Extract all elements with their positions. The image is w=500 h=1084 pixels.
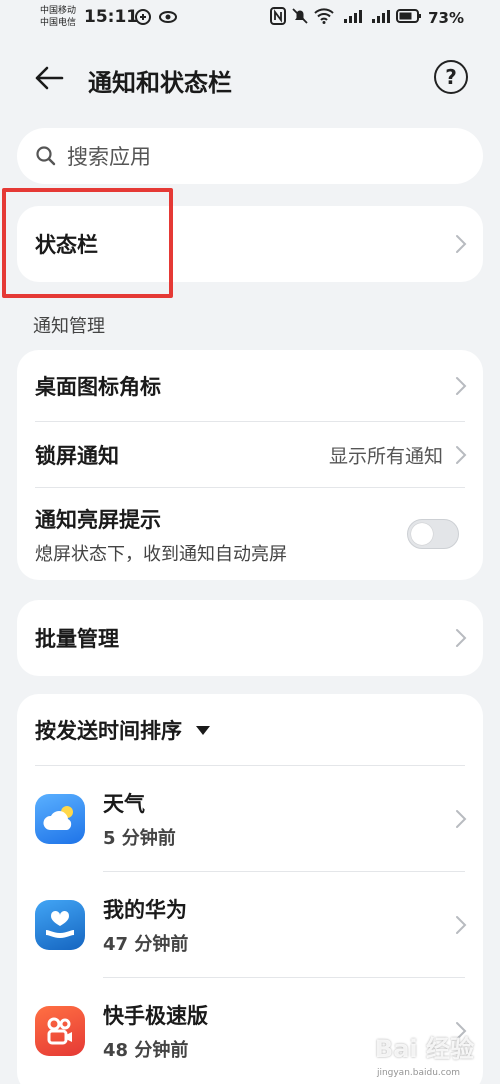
eye-icon: [159, 11, 177, 23]
carrier-1: 中国移动: [40, 6, 77, 16]
chevron-right-icon: [456, 629, 467, 647]
chevron-right-icon: [456, 810, 467, 828]
batch-management-label: 批量管理: [35, 627, 119, 651]
back-button[interactable]: [32, 62, 66, 94]
app-name: 我的华为: [103, 898, 187, 922]
lock-screen-value: 显示所有通知: [328, 445, 443, 468]
battery-icon: [396, 9, 421, 23]
page-title: 通知和状态栏: [88, 69, 232, 97]
desktop-badge-row[interactable]: 桌面图标角标: [17, 350, 483, 422]
app-header: 通知和状态栏 ?: [0, 50, 500, 106]
wake-screen-toggle[interactable]: [407, 519, 459, 549]
status-right-icons: [270, 7, 422, 25]
signal-icon-1: [344, 10, 362, 23]
back-arrow-icon: [35, 66, 64, 90]
wake-screen-subtext: 熄屏状态下，收到通知自动亮屏: [35, 544, 287, 565]
app-row-my-huawei[interactable]: 我的华为 47 分钟前: [17, 872, 483, 978]
kuaishou-icon: [35, 1006, 85, 1056]
nfc-icon: [270, 7, 286, 25]
status-left-icons: [134, 8, 178, 26]
notification-card: 桌面图标角标 锁屏通知 显示所有通知 通知亮屏提示 熄屏状态下，收到通知自动亮屏: [17, 350, 483, 580]
section-label-notification: 通知管理: [33, 316, 105, 337]
sort-label: 按发送时间排序: [35, 719, 182, 743]
help-button[interactable]: ?: [434, 60, 468, 94]
my-huawei-icon: [35, 900, 85, 950]
app-time: 5 分钟前: [103, 828, 176, 849]
app-name: 天气: [103, 792, 145, 816]
wifi-icon: [314, 8, 334, 24]
search-input[interactable]: 搜索应用: [17, 128, 483, 184]
batch-management-row[interactable]: 批量管理: [17, 600, 483, 676]
vpn-icon: [135, 9, 151, 25]
app-list-card: 按发送时间排序 天气 5 分钟前 我的华为 47 分钟前 快手极速版 48 分钟…: [17, 694, 483, 1084]
chevron-right-icon: [456, 446, 467, 464]
search-placeholder: 搜索应用: [67, 145, 151, 169]
app-name: 快手极速版: [103, 1004, 208, 1028]
watermark: Bai 经验: [374, 1035, 474, 1063]
clock: 15:11: [84, 7, 139, 27]
lock-screen-label: 锁屏通知: [35, 444, 119, 468]
search-icon: [36, 146, 56, 166]
app-time: 48 分钟前: [103, 1040, 189, 1061]
caret-down-icon: [196, 725, 210, 735]
toggle-knob: [411, 523, 433, 545]
chevron-right-icon: [456, 235, 467, 253]
lock-screen-notification-row[interactable]: 锁屏通知 显示所有通知: [17, 422, 483, 488]
battery-percent: 73%: [428, 9, 464, 27]
sort-selector[interactable]: 按发送时间排序: [17, 694, 483, 766]
status-bar: 中国移动 中国电信 15:11 73%: [0, 0, 500, 40]
app-row-weather[interactable]: 天气 5 分钟前: [17, 766, 483, 872]
watermark-url: jingyan.baidu.com: [376, 1068, 460, 1078]
chevron-right-icon: [456, 916, 467, 934]
wake-screen-label: 通知亮屏提示: [35, 508, 161, 532]
wake-screen-row: 通知亮屏提示 熄屏状态下，收到通知自动亮屏: [17, 488, 483, 580]
signal-icon-2: [372, 10, 390, 23]
highlight-annotation: [2, 188, 173, 298]
mute-bell-icon: [292, 8, 308, 24]
carrier-2: 中国电信: [40, 18, 77, 28]
chevron-right-icon: [456, 377, 467, 395]
desktop-badge-label: 桌面图标角标: [35, 375, 161, 399]
app-time: 47 分钟前: [103, 934, 189, 955]
batch-card: 批量管理: [17, 600, 483, 676]
carrier-info: 中国移动 中国电信: [40, 5, 76, 29]
weather-icon: [35, 794, 85, 844]
